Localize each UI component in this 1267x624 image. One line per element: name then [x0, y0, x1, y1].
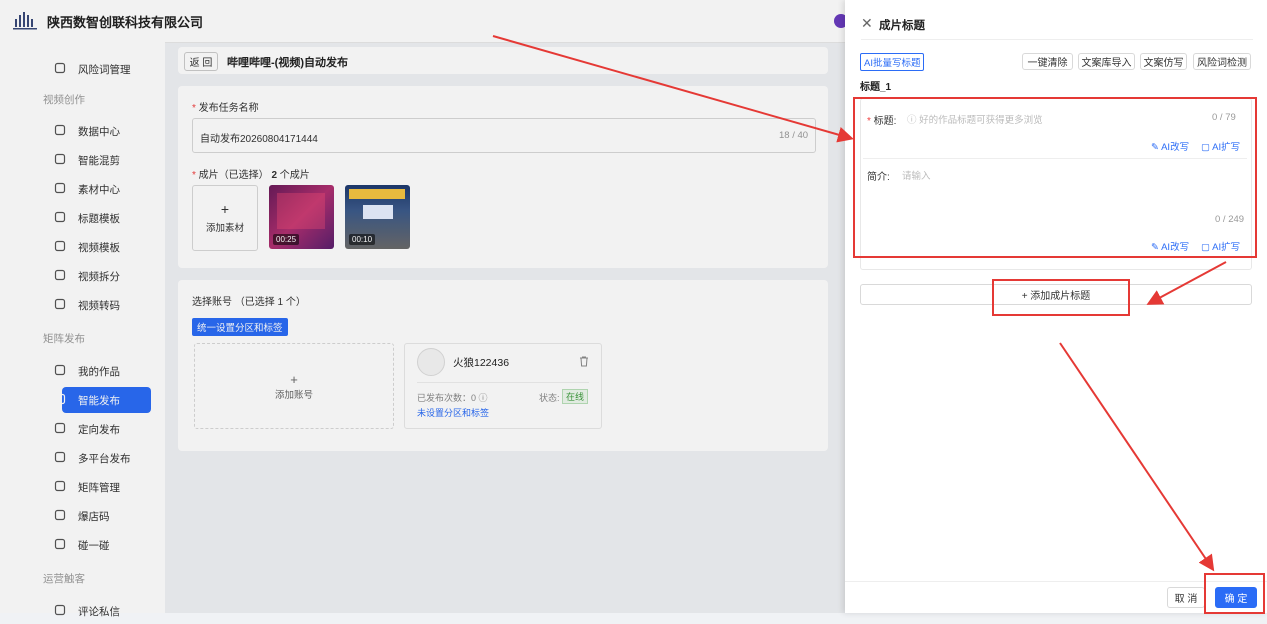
arrow-to-confirm: [1059, 342, 1215, 572]
arrow-to-title-area: [492, 35, 854, 143]
arrow-to-add-title: [1146, 261, 1227, 305]
annotation-arrows: [492, 35, 1227, 572]
